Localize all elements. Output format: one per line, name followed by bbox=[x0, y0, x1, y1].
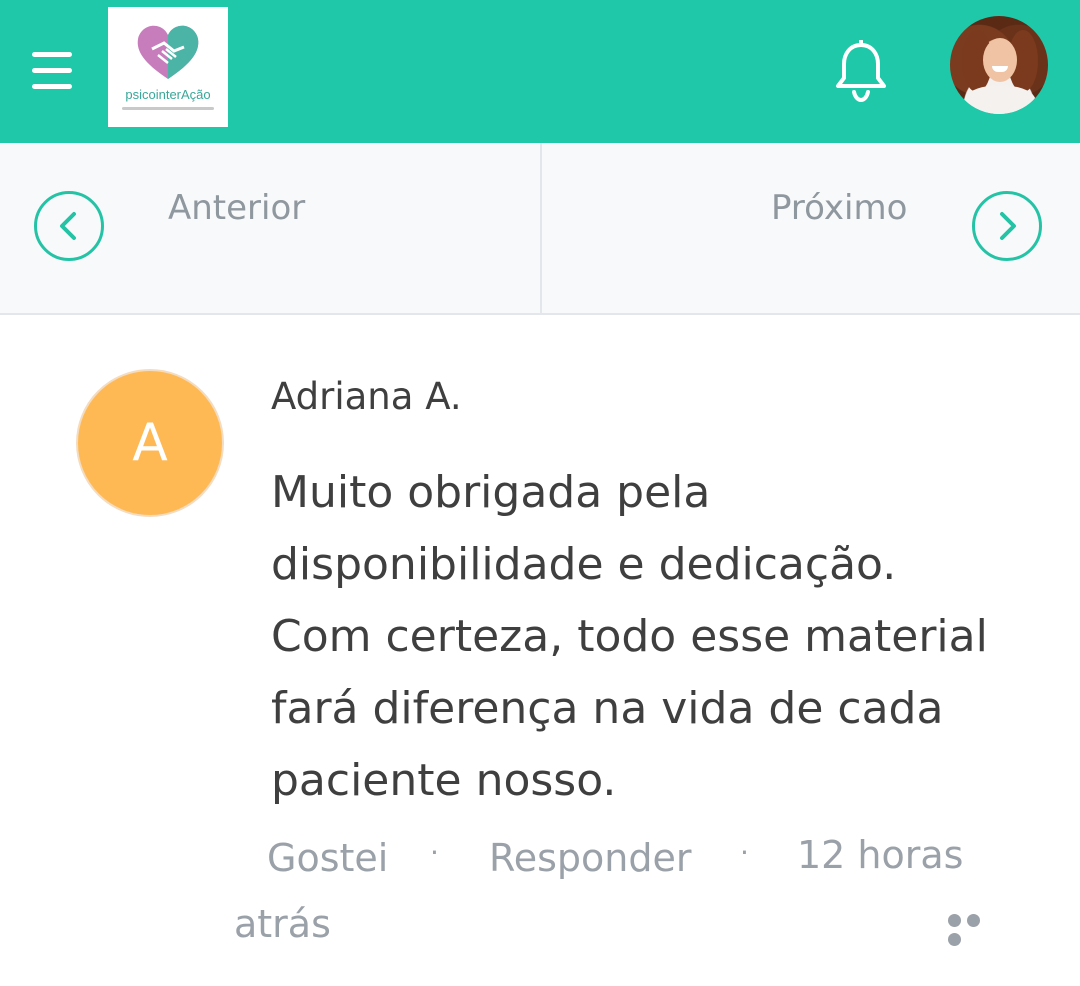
comment-line: paciente nosso. bbox=[271, 755, 617, 806]
comment-timestamp: 12 horas bbox=[797, 833, 964, 877]
reply-button[interactable]: Responder bbox=[489, 836, 691, 880]
top-app-bar: psicointerAção bbox=[0, 0, 1080, 143]
comment-author-avatar[interactable]: A bbox=[76, 369, 224, 517]
comment-line: Com certeza, todo esse material bbox=[271, 611, 988, 662]
next-label: Próximo bbox=[771, 188, 908, 228]
heart-handshake-icon bbox=[137, 25, 199, 79]
comment-line: fará diferença na vida de cada bbox=[271, 683, 944, 734]
comment-body: Muito obrigada pela disponibilidade e de… bbox=[271, 457, 1031, 817]
previous-label: Anterior bbox=[168, 188, 306, 228]
user-avatar[interactable] bbox=[950, 16, 1048, 114]
next-button[interactable]: Próximo bbox=[542, 143, 1080, 313]
brand-logo-text: psicointerAção bbox=[125, 87, 211, 102]
previous-button[interactable]: Anterior bbox=[0, 143, 538, 313]
hamburger-icon[interactable] bbox=[32, 52, 74, 90]
chevron-right-icon bbox=[972, 191, 1042, 261]
comment-author-name[interactable]: Adriana A. bbox=[271, 375, 462, 418]
meta-separator: · bbox=[740, 836, 749, 869]
bell-icon[interactable] bbox=[834, 40, 888, 104]
brand-logo[interactable]: psicointerAção bbox=[108, 7, 228, 127]
brand-tagline bbox=[122, 107, 214, 110]
more-options-icon[interactable] bbox=[948, 912, 1004, 946]
comment-timestamp-continued: atrás bbox=[234, 902, 331, 946]
like-button[interactable]: Gostei bbox=[267, 836, 388, 880]
comment-line: disponibilidade e dedicação. bbox=[271, 539, 897, 590]
comment-line: Muito obrigada pela bbox=[271, 467, 711, 518]
lesson-navigation: Anterior Próximo bbox=[0, 143, 1080, 315]
chevron-left-icon bbox=[34, 191, 104, 261]
meta-separator: · bbox=[430, 836, 439, 869]
